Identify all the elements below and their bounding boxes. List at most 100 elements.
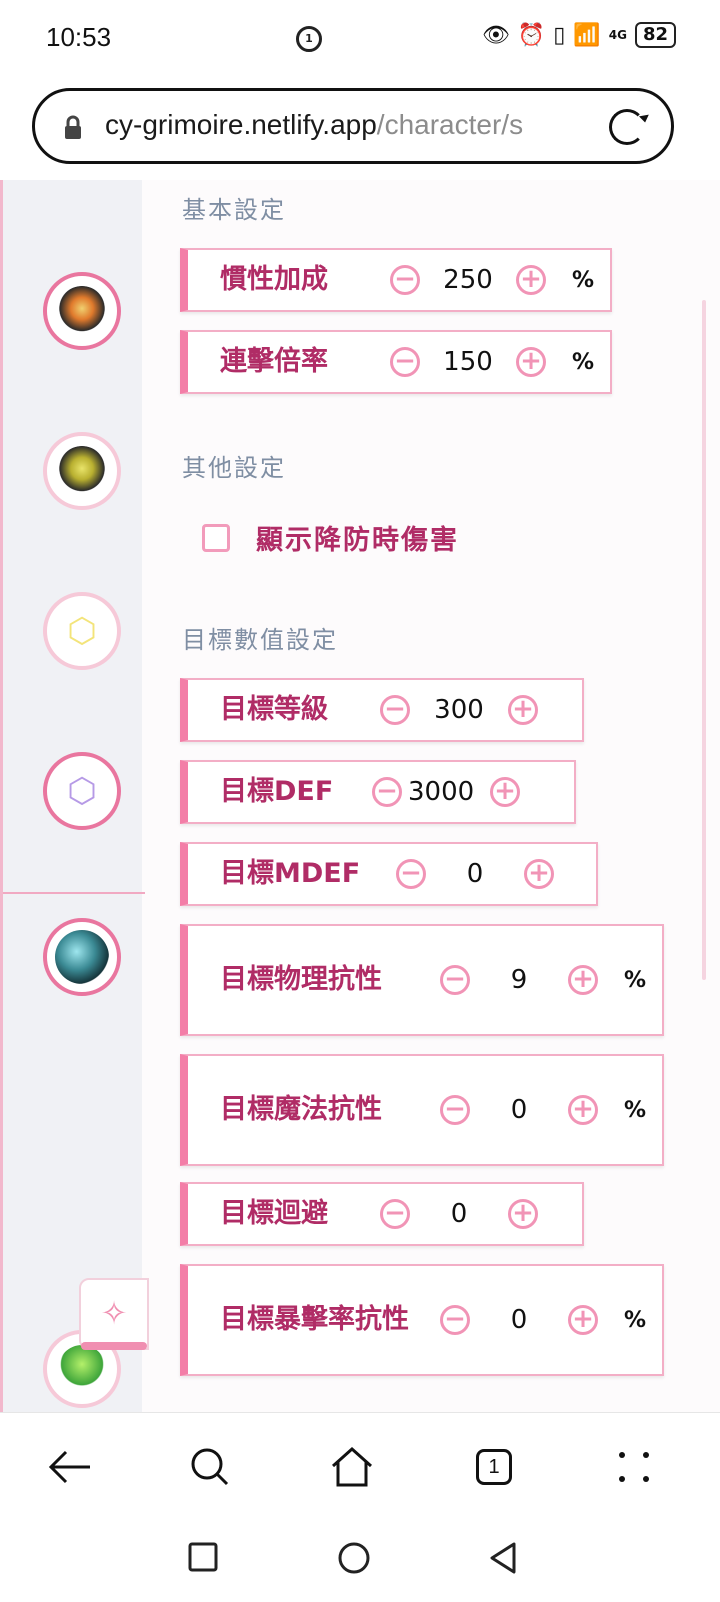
page-content: ⬡ ⬡ ✧ 基本設定 慣性加成 − 250 + % 連擊倍率 − 150 + %… xyxy=(0,180,720,1412)
field-value-input[interactable]: 300 xyxy=(410,695,508,725)
show-def-down-row[interactable]: 顯示降防時傷害 xyxy=(202,518,459,557)
field-value-input[interactable]: 250 xyxy=(420,265,516,295)
field-unit: % xyxy=(572,349,595,375)
hexagon-icon: ⬡ xyxy=(67,611,97,651)
checkbox-label: 顯示降防時傷害 xyxy=(256,525,459,556)
section-title-basic: 基本設定 xyxy=(182,196,286,224)
home-icon[interactable] xyxy=(324,1439,380,1495)
field-target-mdef: 目標MDEF − 0 + xyxy=(180,842,598,906)
section-title-target: 目標數值設定 xyxy=(182,626,338,654)
lock-icon xyxy=(65,115,81,139)
url-text[interactable]: cy-grimoire.netlify.app/character/s xyxy=(105,109,583,141)
field-combo-rate: 連擊倍率 − 150 + % xyxy=(180,330,612,394)
character-portrait-icon xyxy=(57,286,107,336)
hexagon-icon: ⬡ xyxy=(67,771,97,811)
character-sidebar: ⬡ ⬡ ✧ xyxy=(0,180,149,1412)
minus-circle-icon[interactable]: − xyxy=(440,965,470,995)
url-host: cy-grimoire.netlify.app xyxy=(105,109,377,140)
browser-toolbar: 1 xyxy=(0,1412,720,1523)
character-portrait-icon xyxy=(57,446,107,496)
field-unit: % xyxy=(624,1097,647,1123)
field-value-input[interactable]: 0 xyxy=(470,1095,568,1125)
field-value-input[interactable]: 0 xyxy=(426,859,524,889)
plus-circle-icon[interactable]: + xyxy=(508,1199,538,1229)
field-label: 目標DEF xyxy=(220,776,334,807)
field-unit: % xyxy=(572,267,595,293)
field-label: 慣性加成 xyxy=(220,264,328,295)
field-label: 連擊倍率 xyxy=(220,346,328,377)
plus-circle-icon[interactable]: + xyxy=(568,1095,598,1125)
field-value-input[interactable]: 0 xyxy=(470,1305,568,1335)
sidebar-divider xyxy=(3,892,145,894)
field-unit: % xyxy=(624,967,647,993)
show-def-down-checkbox[interactable] xyxy=(202,523,230,552)
wifi-icon: 📶 xyxy=(573,22,601,48)
clock: 10:53 xyxy=(46,22,112,52)
system-navigation-bar xyxy=(0,1522,720,1602)
recent-apps-icon[interactable] xyxy=(186,1540,220,1583)
field-label: 目標物理抗性 xyxy=(220,964,382,995)
field-value-input[interactable]: 150 xyxy=(420,347,516,377)
minus-circle-icon[interactable]: − xyxy=(380,695,410,725)
field-target-level: 目標等級 − 300 + xyxy=(180,678,584,742)
minus-circle-icon[interactable]: − xyxy=(440,1095,470,1125)
alarm-icon: ⏰ xyxy=(517,22,546,48)
minus-circle-icon[interactable]: − xyxy=(372,777,402,807)
minus-circle-icon[interactable]: − xyxy=(396,859,426,889)
character-portrait-icon xyxy=(55,930,109,984)
field-label: 目標等級 xyxy=(220,694,328,725)
field-value-input[interactable]: 3000 xyxy=(402,777,500,807)
notification-badge-icon: 1 xyxy=(296,26,322,52)
plus-circle-icon[interactable]: + xyxy=(490,777,520,807)
plus-circle-icon[interactable]: + xyxy=(568,1305,598,1335)
network-label: 4G xyxy=(608,28,627,42)
scrollbar[interactable] xyxy=(702,300,706,980)
minus-circle-icon[interactable]: − xyxy=(440,1305,470,1335)
sparkle-icon[interactable]: ✧ xyxy=(79,1278,149,1350)
field-target-crit-res: 目標暴擊率抗性 − 0 + % xyxy=(180,1264,664,1376)
field-label: 目標魔法抗性 xyxy=(220,1094,382,1125)
field-label: 目標暴擊率抗性 xyxy=(220,1304,409,1335)
plus-circle-icon[interactable]: + xyxy=(516,347,546,377)
minus-circle-icon[interactable]: − xyxy=(390,265,420,295)
plus-circle-icon[interactable]: + xyxy=(508,695,538,725)
avatar-item-purple[interactable]: ⬡ xyxy=(43,752,121,830)
field-label: 目標MDEF xyxy=(220,858,361,889)
section-title-other: 其他設定 xyxy=(182,454,286,482)
url-path: /character/s xyxy=(376,109,524,140)
character-portrait-icon xyxy=(58,1345,106,1393)
more-menu-icon[interactable] xyxy=(606,1439,662,1495)
battery-indicator: 82 xyxy=(634,22,676,48)
back-arrow-icon[interactable] xyxy=(42,1439,98,1495)
tab-count: 1 xyxy=(476,1449,512,1485)
avatar-character-wave[interactable] xyxy=(43,918,121,996)
eye-icon: 👁 xyxy=(481,22,510,48)
back-triangle-icon[interactable] xyxy=(486,1540,520,1585)
status-icons: 👁 ⏰ ▯ 📶 4G 82 xyxy=(482,22,676,48)
field-value-input[interactable]: 0 xyxy=(410,1199,508,1229)
field-value-input[interactable]: 9 xyxy=(470,965,568,995)
avatar-character-1[interactable] xyxy=(43,272,121,350)
field-inertia-bonus: 慣性加成 − 250 + % xyxy=(180,248,612,312)
field-unit: % xyxy=(624,1307,647,1333)
field-target-magic-res: 目標魔法抗性 − 0 + % xyxy=(180,1054,664,1166)
plus-circle-icon[interactable]: + xyxy=(516,265,546,295)
plus-circle-icon[interactable]: + xyxy=(568,965,598,995)
search-icon[interactable] xyxy=(182,1439,238,1495)
field-label: 目標迴避 xyxy=(220,1198,328,1229)
minus-circle-icon[interactable]: − xyxy=(390,347,420,377)
reload-icon[interactable] xyxy=(609,109,645,145)
field-target-def: 目標DEF − 3000 + xyxy=(180,760,576,824)
address-bar[interactable]: cy-grimoire.netlify.app/character/s xyxy=(32,88,674,164)
avatar-character-2[interactable] xyxy=(43,432,121,510)
plus-circle-icon[interactable]: + xyxy=(524,859,554,889)
vibrate-icon: ▯ xyxy=(553,22,566,48)
status-bar: 10:53 1 👁 ⏰ ▯ 📶 4G 82 xyxy=(0,0,720,80)
tabs-button[interactable]: 1 xyxy=(466,1439,522,1495)
field-target-evasion: 目標迴避 − 0 + xyxy=(180,1182,584,1246)
float-button-underline xyxy=(81,1342,147,1350)
minus-circle-icon[interactable]: − xyxy=(380,1199,410,1229)
avatar-item-yellow[interactable]: ⬡ xyxy=(43,592,121,670)
settings-panel: 基本設定 慣性加成 − 250 + % 連擊倍率 − 150 + % 其他設定 … xyxy=(142,180,720,1412)
home-circle-icon[interactable] xyxy=(336,1540,372,1585)
